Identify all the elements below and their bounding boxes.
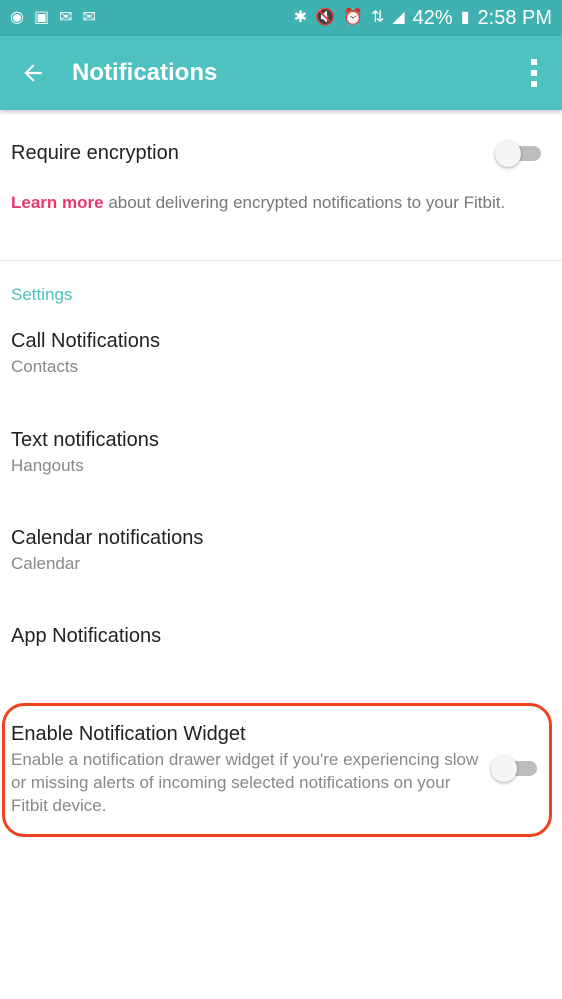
require-encryption-toggle[interactable] xyxy=(495,141,541,167)
list-item-title: Text notifications xyxy=(11,429,159,451)
list-item-title: Call Notifications xyxy=(11,330,160,352)
battery-icon: ▮ xyxy=(460,9,470,26)
back-arrow-icon xyxy=(24,64,42,82)
settings-section-header: Settings xyxy=(11,285,73,304)
require-encryption-label: Require encryption xyxy=(11,141,179,164)
list-item-title: App Notifications xyxy=(11,625,162,647)
more-vert-icon xyxy=(531,59,537,65)
chat-icon: ◉ xyxy=(10,9,24,26)
app-bar: Notifications xyxy=(0,36,562,110)
news-icon: ▣ xyxy=(33,9,50,26)
calendar-notifications-item[interactable]: Calendar notifications Calendar xyxy=(11,527,531,574)
clock: 2:58 PM xyxy=(477,6,552,29)
list-item-subtitle: Calendar xyxy=(11,554,80,573)
mute-icon: 🔇 xyxy=(315,9,336,26)
signal-icon: ◢ xyxy=(392,9,405,26)
page-title: Notifications xyxy=(72,59,218,86)
overflow-menu-button[interactable] xyxy=(506,36,562,110)
call-notifications-item[interactable]: Call Notifications Contacts xyxy=(11,330,531,377)
list-item-subtitle: Contacts xyxy=(11,357,79,376)
alarm-icon: ⏰ xyxy=(343,9,363,26)
encryption-info-text: Learn more about delivering encrypted no… xyxy=(11,191,531,215)
data-icon: ⇅ xyxy=(370,9,385,26)
list-item-title: Calendar notifications xyxy=(11,527,204,549)
bluetooth-icon: ✱ xyxy=(293,9,308,26)
email-icon: ✉ xyxy=(82,9,96,26)
text-notifications-item[interactable]: Text notifications Hangouts xyxy=(11,429,531,476)
app-notifications-item[interactable]: App Notifications xyxy=(11,625,531,648)
widget-description: Enable a notification drawer widget if y… xyxy=(11,750,479,815)
require-encryption-row[interactable]: Require encryption xyxy=(11,138,541,168)
list-item-subtitle: Hangouts xyxy=(11,456,84,475)
notification-widget-toggle[interactable] xyxy=(491,756,537,782)
gmail-icon: ✉ xyxy=(59,9,73,26)
widget-title: Enable Notification Widget xyxy=(11,723,246,745)
divider xyxy=(0,260,562,261)
back-button[interactable] xyxy=(0,36,66,110)
encryption-info-body: about delivering encrypted notifications… xyxy=(103,193,506,212)
status-bar: ◉ ▣ ✉ ✉ ✱ 🔇 ⏰ ⇅ ◢ 42% ▮ 2:58 PM xyxy=(0,0,562,36)
learn-more-link[interactable]: Learn more xyxy=(11,193,104,212)
battery-percent: 42% xyxy=(412,6,453,29)
